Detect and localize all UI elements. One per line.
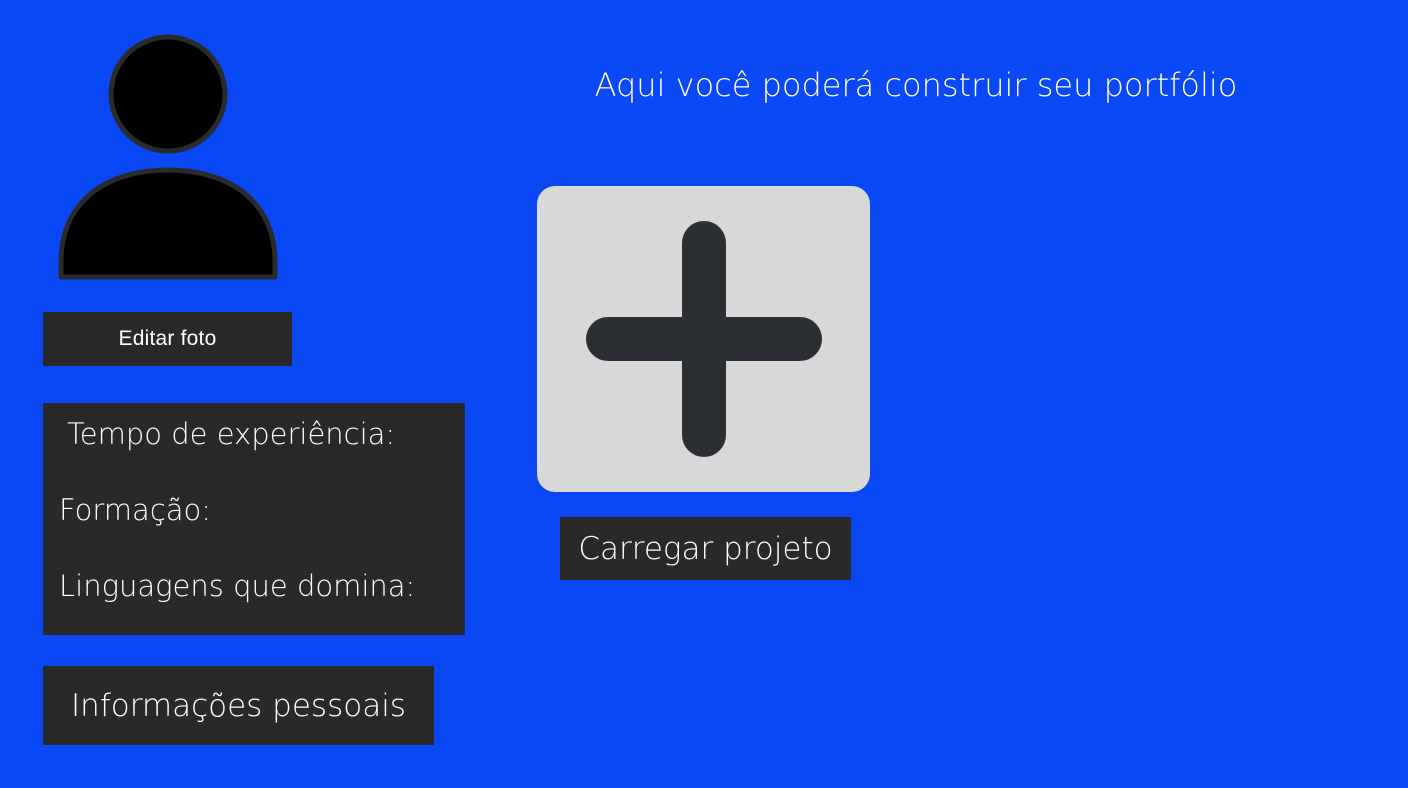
add-project-card[interactable] [537,186,870,492]
user-silhouette-icon [58,34,278,280]
plus-icon [586,221,822,457]
personal-info-label: Informações pessoais [71,687,406,724]
upload-project-button[interactable]: Carregar projeto [560,517,851,580]
personal-info-button[interactable]: Informações pessoais [43,666,434,745]
profile-info-panel: Tempo de experiência: Formação: Linguage… [43,403,465,635]
edit-photo-label: Editar foto [118,327,217,350]
page-headline: Aqui você poderá construir seu portfólio [594,66,1238,104]
languages-label: Linguagens que domina: [59,569,416,603]
edit-photo-button[interactable]: Editar foto [43,312,292,366]
education-label: Formação: [59,493,212,527]
profile-avatar [58,34,278,282]
upload-project-label: Carregar projeto [578,530,833,567]
experience-label: Tempo de experiência: [67,417,396,451]
portfolio-page: { "page": { "background_color": "#0a48f5… [0,0,1408,788]
